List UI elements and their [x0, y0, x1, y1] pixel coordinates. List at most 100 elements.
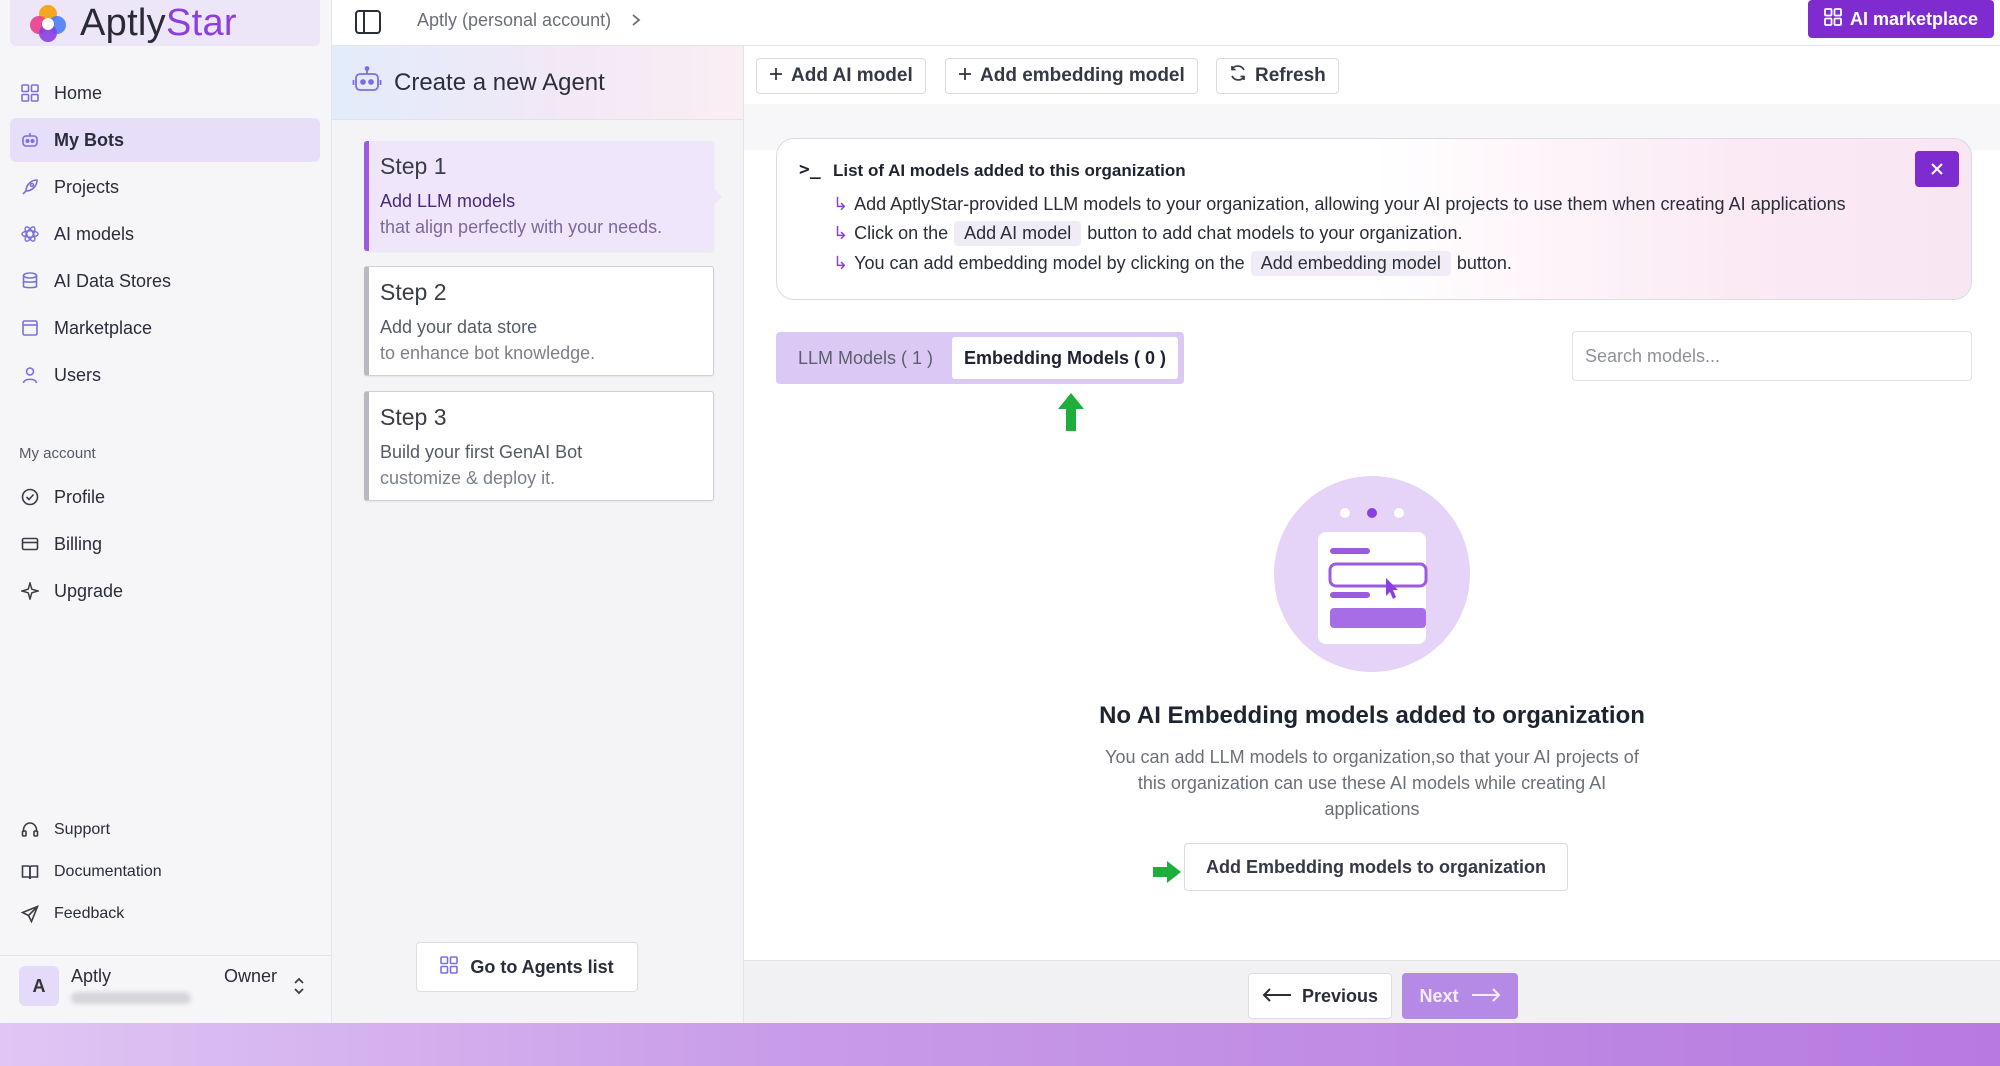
empty-state-description: You can add LLM models to organization,s…: [1105, 747, 1639, 819]
step-title: Step 3: [380, 404, 447, 430]
rocket-icon: [20, 177, 40, 197]
ai-marketplace-label: AI marketplace: [1849, 8, 1979, 29]
close-icon[interactable]: [1915, 151, 1959, 187]
sidebar-item-marketplace[interactable]: Marketplace: [10, 306, 320, 350]
profile-check-icon: [20, 487, 40, 507]
bottom-gradient-strip: [0, 1023, 2000, 1066]
go-to-agents-list-label: Go to Agents list: [470, 956, 614, 977]
tab-llm-models[interactable]: LLM Models ( 1 ): [798, 337, 933, 379]
apps-icon: [1824, 7, 1842, 31]
sidebar-item-label: Documentation: [54, 863, 162, 880]
refresh-button[interactable]: Refresh: [1216, 58, 1339, 94]
user-switcher[interactable]: A Aptly Owner: [0, 955, 332, 1023]
add-ai-model-label: Add AI model: [791, 65, 913, 86]
search-input[interactable]: [1572, 331, 1972, 381]
account-nav: Profile Billing Upgrade: [10, 475, 320, 616]
sidebar-item-billing[interactable]: Billing: [10, 522, 320, 566]
sidebar-item-ai-models[interactable]: AI models: [10, 212, 320, 256]
account-section-label: My account: [19, 445, 96, 462]
store-icon: [20, 318, 40, 338]
user-email-redacted: [71, 992, 191, 1004]
info-line-1: ↳ Add AptlyStar-provided LLM models to y…: [833, 194, 1846, 215]
empty-state-illustration: [1274, 476, 1470, 672]
headset-icon: [20, 820, 40, 840]
return-arrow-icon: ↳: [833, 253, 849, 273]
empty-state-title: No AI Embedding models added to organiza…: [1099, 702, 1645, 729]
info-line-3: ↳ You can add embedding model by clickin…: [833, 251, 1512, 276]
info-banner: >_ List of AI models added to this organ…: [776, 138, 1972, 300]
info-line-text: Add AptlyStar-provided LLM models to you…: [854, 194, 1846, 214]
sidebar-item-documentation[interactable]: Documentation: [10, 852, 320, 892]
sidebar-item-label: My Bots: [54, 129, 125, 150]
arrow-left-icon: [1262, 986, 1292, 1007]
tab-embedding-models[interactable]: Embedding Models ( 0 ): [952, 337, 1178, 379]
next-label: Next: [1419, 985, 1459, 1006]
sidebar-item-label: Home: [54, 82, 103, 103]
sidebar-toggle-icon[interactable]: [354, 8, 382, 41]
step-title: Step 1: [380, 153, 447, 179]
add-embedding-model-button[interactable]: Add embedding model: [945, 58, 1198, 94]
add-ai-model-button[interactable]: Add AI model: [756, 58, 926, 94]
terminal-icon: >_: [799, 159, 821, 180]
sidebar-item-label: Support: [54, 821, 111, 838]
sidebar-item-label: AI models: [54, 223, 135, 244]
sparkle-icon: [20, 581, 40, 601]
plus-icon: [958, 65, 972, 87]
brand-logo[interactable]: AptlyStar: [10, 0, 320, 46]
step-1-card[interactable]: Step 1 Add LLM models that align perfect…: [364, 141, 722, 251]
sidebar-item-profile[interactable]: Profile: [10, 475, 320, 519]
sidebar-item-label: Upgrade: [54, 580, 124, 601]
add-embedding-models-to-organization-button[interactable]: Add Embedding models to organization: [1184, 843, 1568, 891]
info-line-text: button to add chat models to your organi…: [1087, 223, 1463, 243]
sidebar: AptlyStar Home My Bots Projects AI model…: [0, 0, 332, 1023]
send-icon: [20, 904, 40, 924]
step-line-1: Add your data store: [380, 317, 538, 337]
ai-marketplace-button[interactable]: AI marketplace: [1808, 0, 1994, 38]
arrow-right-icon: [1471, 986, 1501, 1007]
sidebar-item-label: Profile: [54, 486, 106, 507]
add-embedding-model-chip: Add embedding model: [1250, 251, 1451, 276]
card-icon: [20, 534, 40, 554]
book-icon: [20, 862, 40, 882]
sidebar-item-label: Feedback: [54, 905, 125, 922]
step-3-card[interactable]: Step 3 Build your first GenAI Bot custom…: [364, 391, 714, 501]
robot-icon: [352, 65, 382, 100]
go-to-agents-list-button[interactable]: Go to Agents list: [416, 942, 638, 992]
green-arrow-up-icon: [1057, 392, 1085, 437]
step-line-2: customize & deploy it.: [380, 468, 556, 488]
sidebar-item-projects[interactable]: Projects: [10, 165, 320, 209]
sidebar-item-label: Users: [54, 364, 102, 385]
user-name: Aptly: [71, 966, 112, 986]
breadcrumb[interactable]: Aptly (personal account): [417, 10, 611, 31]
next-button[interactable]: Next: [1402, 973, 1518, 1019]
step-2-card[interactable]: Step 2 Add your data store to enhance bo…: [364, 266, 714, 376]
previous-label: Previous: [1301, 985, 1379, 1006]
previous-button[interactable]: Previous: [1248, 973, 1392, 1019]
info-line-text: button.: [1456, 253, 1512, 273]
brand-name: AptlyStar: [80, 1, 237, 44]
info-title: List of AI models added to this organiza…: [833, 161, 1186, 180]
sidebar-item-feedback[interactable]: Feedback: [10, 894, 320, 934]
support-nav: Support Documentation Feedback: [10, 810, 320, 936]
chevron-up-down-icon[interactable]: [292, 976, 306, 1001]
refresh-icon: [1229, 64, 1247, 88]
grid-icon: [20, 83, 40, 103]
info-line-2: ↳ Click on the Add AI model button to ad…: [833, 221, 1462, 246]
active-step-pointer: [714, 189, 722, 205]
sidebar-item-home[interactable]: Home: [10, 71, 320, 115]
green-arrow-right-icon: [1152, 860, 1182, 889]
info-line-text: Click on the: [854, 223, 949, 243]
return-arrow-icon: ↳: [833, 223, 849, 243]
add-embedding-model-label: Add embedding model: [980, 65, 1185, 86]
sidebar-item-upgrade[interactable]: Upgrade: [10, 569, 320, 613]
sidebar-item-my-bots[interactable]: My Bots: [10, 118, 320, 162]
sidebar-item-ai-data-stores[interactable]: AI Data Stores: [10, 259, 320, 303]
create-agent-header: Create a new Agent: [332, 46, 743, 120]
info-line-text: You can add embedding model by clicking …: [854, 253, 1245, 273]
main-nav: Home My Bots Projects AI models AI Data …: [10, 71, 320, 400]
sidebar-item-support[interactable]: Support: [10, 810, 320, 850]
sidebar-item-users[interactable]: Users: [10, 353, 320, 397]
database-icon: [20, 271, 40, 291]
atom-icon: [20, 224, 40, 244]
main-content: Add AI model Add embedding model Refresh…: [744, 46, 2000, 1023]
